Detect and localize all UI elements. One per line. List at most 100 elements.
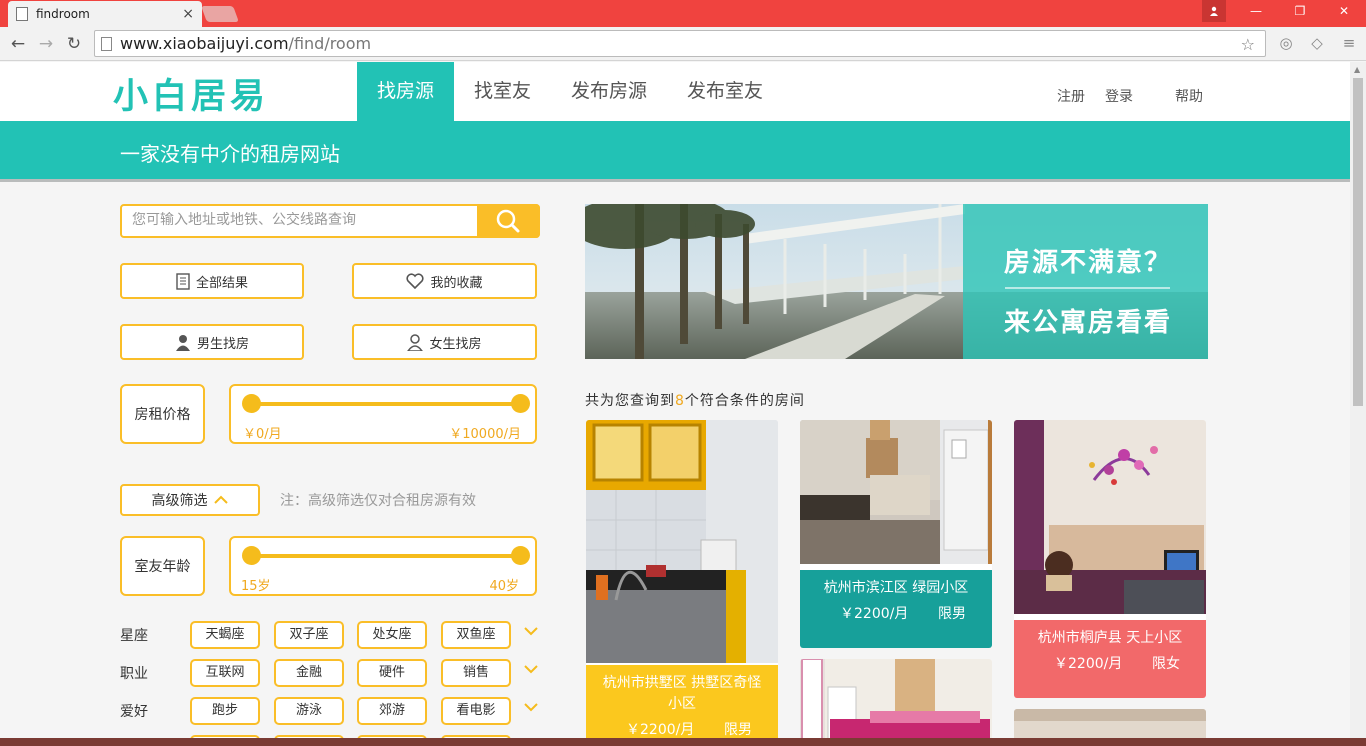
result-count: 共为您查询到8个符合条件的房间 — [585, 390, 805, 410]
result-count-number: 8 — [675, 393, 685, 409]
nav-find-roommate[interactable]: 找室友 — [454, 62, 551, 121]
taskbar-edge — [0, 738, 1366, 746]
url-host: www.xiaobaijuyi.com — [120, 34, 289, 53]
minimize-button[interactable]: — — [1234, 0, 1278, 22]
menu-icon[interactable]: ≡ — [1338, 32, 1360, 54]
rent-min-value: ￥0/月 — [243, 427, 282, 442]
chip-hobby-1[interactable]: 跑步 — [190, 697, 260, 725]
new-tab-button[interactable] — [201, 6, 239, 22]
chip-job-4[interactable]: 销售 — [441, 659, 511, 687]
rent-min-handle[interactable] — [242, 394, 261, 413]
favorites-button[interactable]: 我的收藏 — [352, 263, 537, 299]
chip-job-3[interactable]: 硬件 — [357, 659, 427, 687]
chip-job-1[interactable]: 互联网 — [190, 659, 260, 687]
nav-post-roommate[interactable]: 发布室友 — [667, 62, 783, 121]
rent-max-handle[interactable] — [511, 394, 530, 413]
forward-icon[interactable]: → — [34, 32, 58, 56]
ad-line-2: 来公寓房看看 — [1003, 308, 1172, 338]
room-photo — [586, 420, 778, 663]
room-card[interactable]: 杭州市桐庐县 天上小区 ￥2200/月 限女 — [1014, 420, 1206, 698]
register-link[interactable]: 注册 — [1057, 86, 1085, 106]
result-count-prefix: 共为您查询到 — [585, 393, 675, 409]
site-header: 小白居易 找房源 找室友 发布房源 发布室友 注册 登录 帮助 — [0, 62, 1350, 121]
reload-icon[interactable]: ↻ — [62, 32, 86, 56]
extension-shield-icon[interactable]: ◇ — [1306, 32, 1328, 54]
room-card[interactable]: 杭州市滨江区 绿园小区 ￥2200/月 限男 — [800, 420, 992, 648]
close-window-button[interactable]: ✕ — [1322, 0, 1366, 22]
browser-titlebar: findroom × — ❐ ✕ — [0, 0, 1366, 27]
chip-zodiac-2[interactable]: 双子座 — [274, 621, 344, 649]
room-card-info: 杭州市滨江区 绿园小区 ￥2200/月 限男 — [800, 570, 992, 648]
site-logo[interactable]: 小白居易 — [113, 68, 269, 119]
scrollbar-thumb[interactable] — [1353, 78, 1363, 406]
room-gender: 限男 — [724, 722, 752, 738]
profile-icon[interactable] — [1202, 0, 1226, 22]
heart-icon — [406, 273, 425, 289]
chevron-down-icon[interactable] — [523, 621, 539, 641]
favorites-label: 我的收藏 — [430, 275, 483, 291]
room-photo — [800, 420, 992, 564]
all-results-button[interactable]: 全部结果 — [120, 263, 304, 299]
all-results-label: 全部结果 — [195, 275, 248, 291]
restore-button[interactable]: ❐ — [1278, 0, 1322, 22]
chip-zodiac-4[interactable]: 双鱼座 — [441, 621, 511, 649]
rent-slider[interactable]: ￥0/月 ￥10000/月 — [229, 384, 537, 444]
chevron-down-icon[interactable] — [523, 697, 539, 717]
chip-zodiac-3[interactable]: 处女座 — [357, 621, 427, 649]
nav-find-room[interactable]: 找房源 — [357, 62, 455, 121]
search-icon — [496, 209, 520, 233]
room-price: ￥2200/月 — [626, 722, 695, 738]
female-search-button[interactable]: 女生找房 — [352, 324, 537, 360]
chip-zodiac-1[interactable]: 天蝎座 — [190, 621, 260, 649]
advanced-filter-label: 高级筛选 — [151, 493, 208, 509]
extension-circle-icon[interactable]: ◎ — [1275, 32, 1297, 54]
room-photo — [800, 659, 992, 746]
room-price: ￥2200/月 — [1054, 656, 1123, 672]
nav-post-room[interactable]: 发布房源 — [551, 62, 667, 121]
window-controls: — ❐ ✕ — [1202, 0, 1366, 22]
room-gender: 限女 — [1152, 656, 1180, 672]
tagline: 一家没有中介的租房网站 — [120, 142, 340, 166]
address-bar[interactable]: www.xiaobaijuyi.com /find/room ☆ — [94, 30, 1266, 57]
advanced-filter-note: 注：高级筛选仅对合租房源有效 — [280, 493, 476, 509]
room-address: 杭州市拱墅区 拱墅区奇怪小区 — [602, 675, 762, 712]
age-max-handle[interactable] — [511, 546, 530, 565]
row-label: 爱好 — [120, 704, 148, 720]
chevron-down-icon[interactable] — [523, 659, 539, 679]
age-label: 室友年龄 — [120, 536, 205, 596]
url-path: /find/room — [288, 34, 372, 53]
scroll-up-icon[interactable]: ▲ — [1354, 65, 1360, 74]
bookmark-star-icon[interactable]: ☆ — [1241, 35, 1255, 54]
apartment-ad-banner[interactable]: 房源不满意？ 来公寓房看看 — [585, 204, 1208, 359]
age-slider[interactable]: 15岁 40岁 — [229, 536, 537, 596]
help-link[interactable]: 帮助 — [1175, 86, 1203, 106]
male-search-label: 男生找房 — [196, 336, 249, 352]
main-nav: 找房源 找室友 发布房源 发布室友 — [357, 62, 783, 121]
browser-tab[interactable]: findroom × — [8, 1, 202, 27]
chip-hobby-2[interactable]: 游泳 — [274, 697, 344, 725]
male-search-button[interactable]: 男生找房 — [120, 324, 304, 360]
chip-job-2[interactable]: 金融 — [274, 659, 344, 687]
page-icon — [101, 36, 112, 51]
search-button[interactable] — [477, 204, 540, 238]
search-input[interactable] — [132, 212, 472, 228]
page-scrollbar[interactable]: ▲ — [1350, 62, 1366, 738]
row-label: 职业 — [120, 666, 148, 682]
advanced-filter-button[interactable]: 高级筛选 — [120, 484, 260, 516]
login-link[interactable]: 登录 — [1105, 86, 1133, 106]
tab-title: findroom — [36, 7, 90, 21]
room-price: ￥2200/月 — [840, 606, 909, 622]
room-card[interactable] — [800, 659, 992, 746]
filter-row-hobby: 爱好 跑步 游泳 郊游 看电影 — [120, 697, 550, 725]
ad-line-1: 房源不满意？ — [1003, 248, 1172, 278]
room-address: 杭州市滨江区 绿园小区 — [823, 580, 969, 596]
back-icon[interactable]: ← — [6, 32, 30, 56]
chip-hobby-3[interactable]: 郊游 — [357, 697, 427, 725]
age-min-handle[interactable] — [242, 546, 261, 565]
chip-hobby-4[interactable]: 看电影 — [441, 697, 511, 725]
age-slider-track — [251, 554, 520, 558]
female-search-label: 女生找房 — [429, 336, 482, 352]
room-card[interactable]: 杭州市拱墅区 拱墅区奇怪小区 ￥2200/月 限男 — [586, 420, 778, 746]
close-tab-icon[interactable]: × — [182, 6, 194, 22]
room-card-info: 杭州市桐庐县 天上小区 ￥2200/月 限女 — [1014, 620, 1206, 698]
